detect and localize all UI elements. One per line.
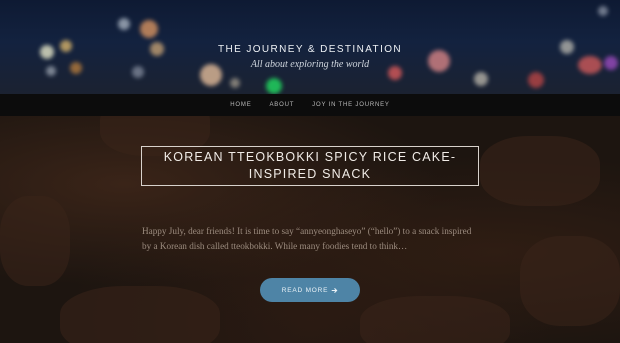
site-tagline: All about exploring the world bbox=[250, 59, 370, 70]
post-title-frame: KOREAN TTEOKBOKKI SPICY RICE CAKE-INSPIR… bbox=[141, 146, 479, 186]
read-more-button[interactable]: READ MORE bbox=[260, 278, 360, 302]
bokeh-light bbox=[528, 72, 544, 88]
bokeh-light bbox=[230, 78, 240, 88]
post-excerpt: Happy July, dear friends! It is time to … bbox=[142, 226, 472, 251]
main-navigation: HOME ABOUT JOY IN THE JOURNEY bbox=[0, 94, 620, 116]
bokeh-light bbox=[474, 72, 488, 86]
post-title[interactable]: KOREAN TTEOKBOKKI SPICY RICE CAKE-INSPIR… bbox=[142, 149, 478, 183]
nav-item-about[interactable]: ABOUT bbox=[270, 102, 295, 108]
site-title[interactable]: THE JOURNEY & DESTINATION bbox=[0, 44, 620, 55]
background-food-shape bbox=[480, 136, 600, 206]
bokeh-light bbox=[140, 20, 158, 38]
arrow-right-icon bbox=[331, 287, 338, 294]
background-food-shape bbox=[360, 296, 510, 343]
background-food-shape bbox=[520, 236, 620, 326]
read-more-label: READ MORE bbox=[281, 286, 329, 294]
post-hero: KOREAN TTEOKBOKKI SPICY RICE CAKE-INSPIR… bbox=[0, 116, 620, 343]
nav-item-home[interactable]: HOME bbox=[230, 102, 251, 108]
bokeh-light bbox=[266, 78, 282, 94]
background-food-shape bbox=[60, 286, 220, 343]
site-header: THE JOURNEY & DESTINATION All about expl… bbox=[0, 0, 620, 94]
background-food-shape bbox=[0, 196, 70, 286]
bokeh-light bbox=[598, 6, 608, 16]
nav-item-joy-in-the-journey[interactable]: JOY IN THE JOURNEY bbox=[312, 102, 390, 108]
bokeh-light bbox=[118, 18, 130, 30]
